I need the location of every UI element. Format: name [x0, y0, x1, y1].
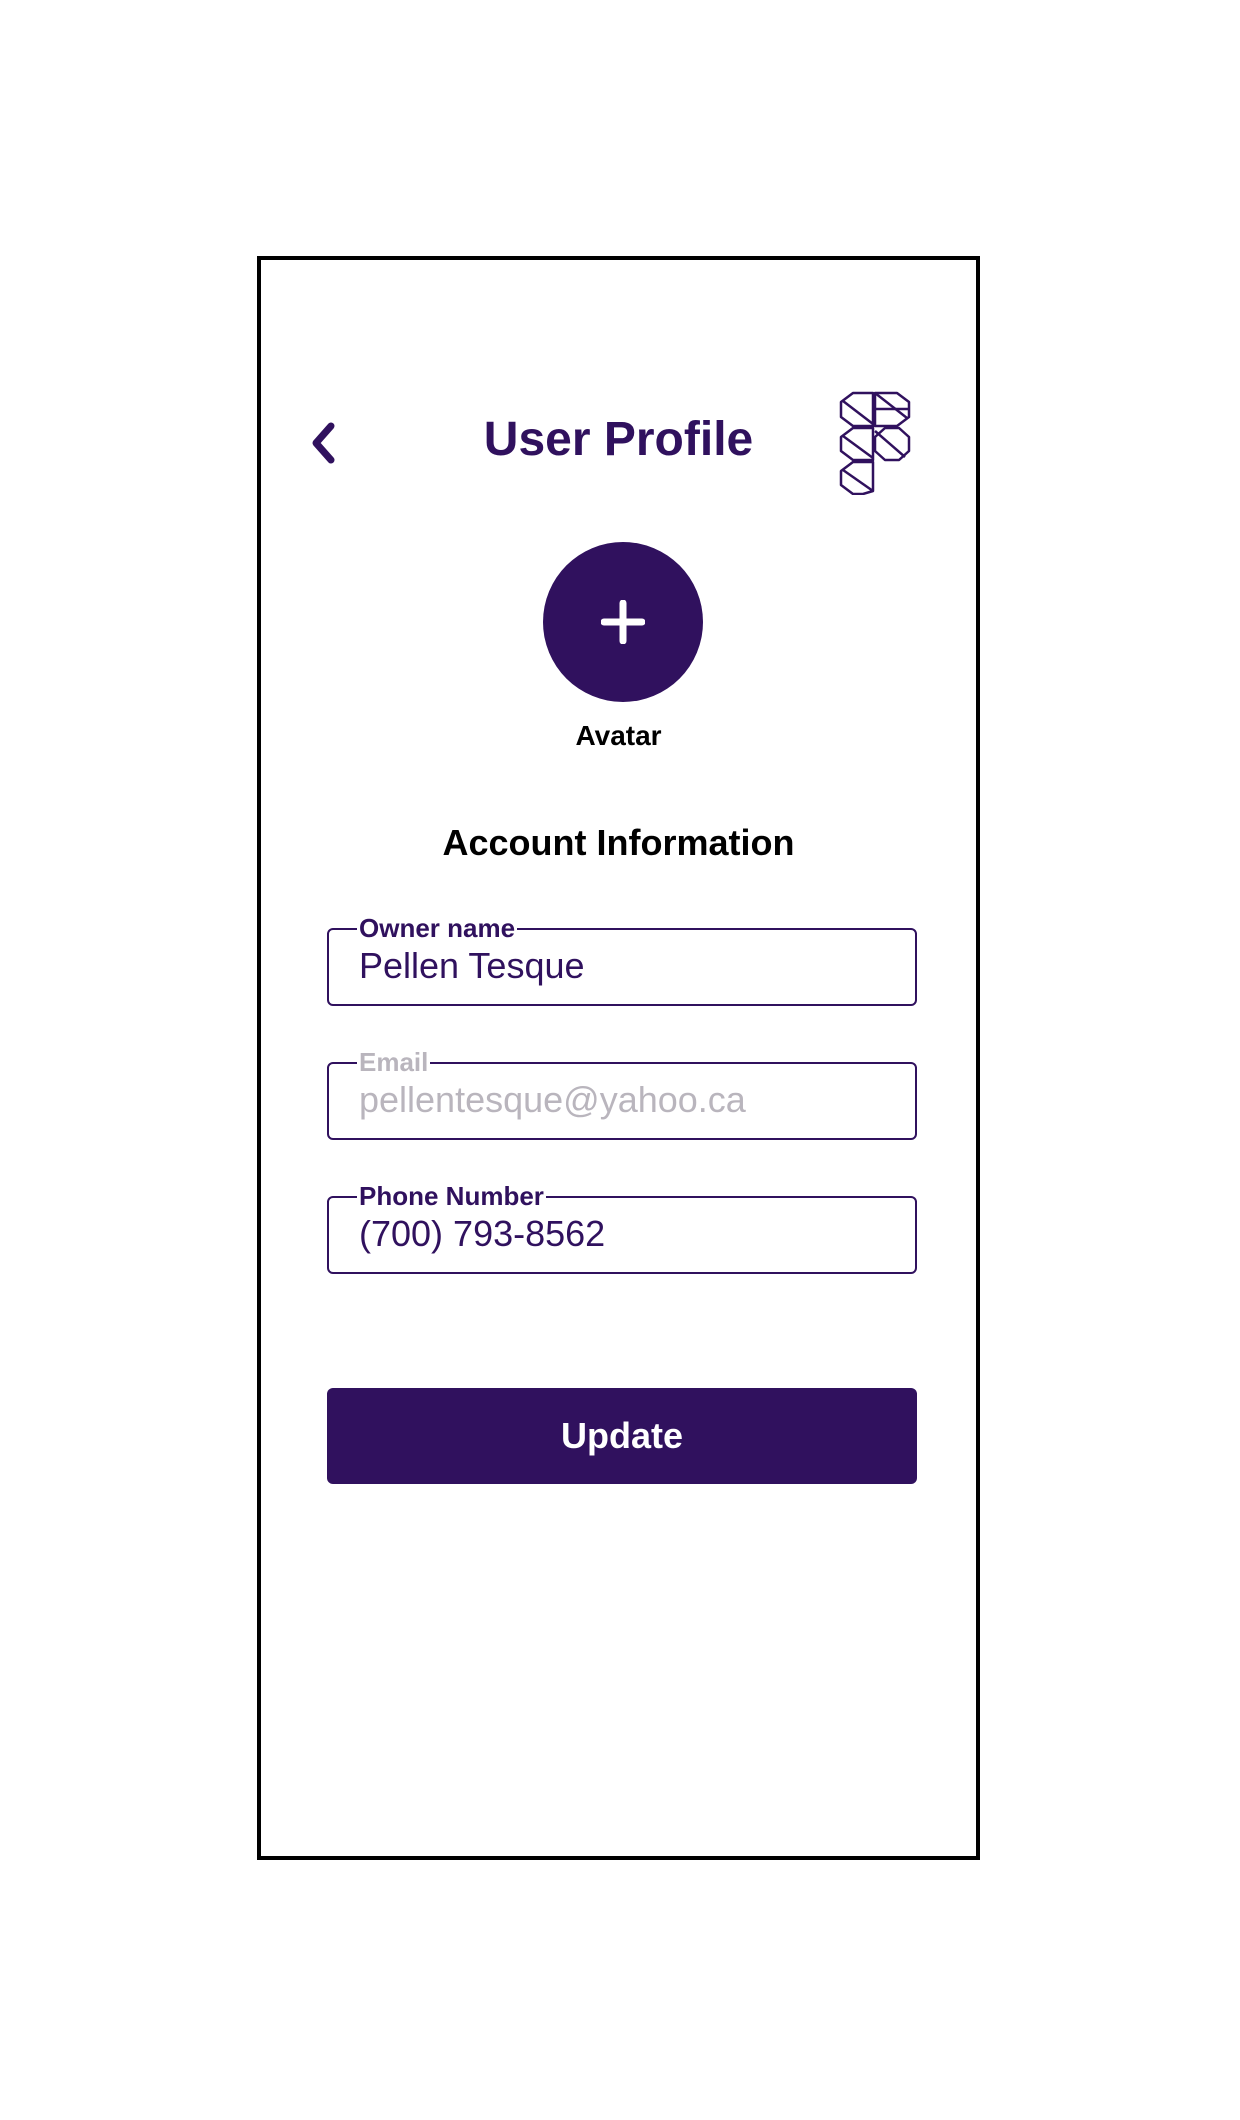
- owner-name-field[interactable]: Owner name Pellen Tesque: [327, 912, 917, 1006]
- email-label: Email: [357, 1046, 431, 1078]
- email-field[interactable]: Email pellentesque@yahoo.ca: [327, 1046, 917, 1140]
- phone-number-value: (700) 793-8562: [359, 1213, 606, 1254]
- phone-number-label: Phone Number: [357, 1180, 546, 1212]
- add-avatar-button[interactable]: [543, 542, 703, 702]
- phone-screen: User Profile Avatar Account Information …: [257, 256, 980, 1860]
- avatar-label: Avatar: [575, 720, 662, 751]
- update-button-label: Update: [560, 1415, 683, 1456]
- section-title: Account Information: [442, 822, 795, 863]
- plus-icon: [601, 600, 645, 644]
- figma-logo-icon: [839, 391, 911, 495]
- owner-name-label: Owner name: [357, 912, 518, 944]
- update-button[interactable]: Update: [327, 1388, 917, 1484]
- phone-number-field[interactable]: Phone Number (700) 793-8562: [327, 1180, 917, 1274]
- email-value: pellentesque@yahoo.ca: [359, 1079, 746, 1120]
- owner-name-value: Pellen Tesque: [359, 945, 585, 986]
